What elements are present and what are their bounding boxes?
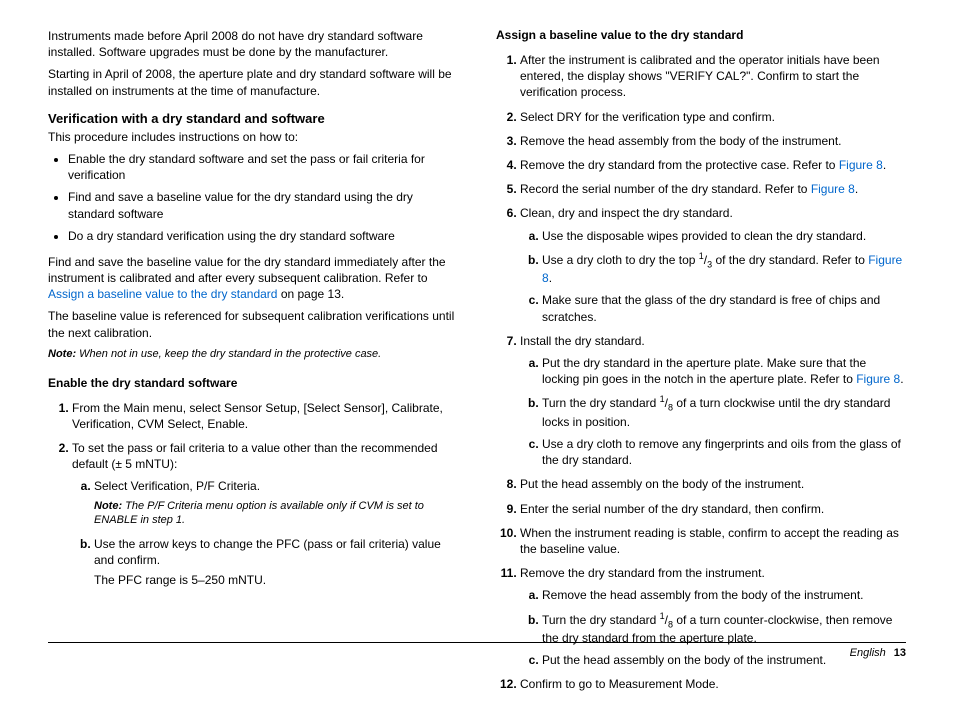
verification-bullet-list: Enable the dry standard software and set… <box>48 151 458 244</box>
bullet-item: Find and save a baseline value for the d… <box>68 189 458 221</box>
baseline-paragraph: The baseline value is referenced for sub… <box>48 308 458 340</box>
assign-steps-list: After the instrument is calibrated and t… <box>496 52 906 693</box>
list-item: Use a dry cloth to remove any fingerprin… <box>542 436 906 468</box>
text: Turn the dry standard <box>542 396 660 410</box>
list-item: Select Verification, P/F Criteria. Note:… <box>94 478 458 528</box>
list-item: Record the serial number of the dry stan… <box>520 181 906 197</box>
list-item: Select DRY for the verification type and… <box>520 109 906 125</box>
right-column: Assign a baseline value to the dry stand… <box>496 28 906 701</box>
text: . <box>883 158 886 172</box>
list-item: After the instrument is calibrated and t… <box>520 52 906 101</box>
intro-paragraph-2: Starting in April of 2008, the aperture … <box>48 66 458 98</box>
enable-software-heading: Enable the dry standard software <box>48 376 458 390</box>
install-substeps: Put the dry standard in the aperture pla… <box>520 355 906 468</box>
list-item: Confirm to go to Measurement Mode. <box>520 676 906 692</box>
verification-heading: Verification with a dry standard and sof… <box>48 111 458 126</box>
list-item: Install the dry standard. Put the dry st… <box>520 333 906 469</box>
text: Put the dry standard in the aperture pla… <box>542 356 866 386</box>
step-text: Remove the dry standard from the instrum… <box>520 566 765 580</box>
footer-language: English <box>850 647 886 659</box>
list-item: Put the head assembly on the body of the… <box>520 476 906 492</box>
list-item: From the Main menu, select Sensor Setup,… <box>72 400 458 432</box>
text: Remove the dry standard from the protect… <box>520 158 839 172</box>
figure-8-link[interactable]: Figure 8 <box>856 372 900 386</box>
find-save-paragraph: Find and save the baseline value for the… <box>48 254 458 303</box>
page-body: Instruments made before April 2008 do no… <box>0 0 954 711</box>
note-pf-criteria: Note: The P/F Criteria menu option is av… <box>94 499 458 529</box>
text: . <box>900 372 903 386</box>
list-item: Put the dry standard in the aperture pla… <box>542 355 906 387</box>
left-column: Instruments made before April 2008 do no… <box>48 28 458 701</box>
figure-8-link[interactable]: Figure 8 <box>811 182 855 196</box>
pfc-range-text: The PFC range is 5–250 mNTU. <box>94 572 458 588</box>
page-footer: English 13 <box>48 642 906 659</box>
text: of the dry standard. Refer to <box>712 253 868 267</box>
list-item: Clean, dry and inspect the dry standard.… <box>520 205 906 324</box>
list-item: Use a dry cloth to dry the top 1/3 of th… <box>542 250 906 287</box>
note-text: When not in use, keep the dry standard i… <box>76 348 381 360</box>
step-text: To set the pass or fail criteria to a va… <box>72 441 438 471</box>
step-text: Clean, dry and inspect the dry standard. <box>520 206 733 220</box>
step-text: Install the dry standard. <box>520 334 645 348</box>
assign-baseline-heading: Assign a baseline value to the dry stand… <box>496 28 906 42</box>
text: Use a dry cloth to dry the top <box>542 253 699 267</box>
figure-8-link[interactable]: Figure 8 <box>839 158 883 172</box>
enable-steps-list: From the Main menu, select Sensor Setup,… <box>48 400 458 588</box>
assign-baseline-link[interactable]: Assign a baseline value to the dry stand… <box>48 287 277 301</box>
list-item: Make sure that the glass of the dry stan… <box>542 292 906 324</box>
verification-intro: This procedure includes instructions on … <box>48 129 458 145</box>
list-item: Enter the serial number of the dry stand… <box>520 501 906 517</box>
intro-paragraph-1: Instruments made before April 2008 do no… <box>48 28 458 60</box>
list-item: Use the arrow keys to change the PFC (pa… <box>94 536 458 588</box>
list-item: Remove the head assembly from the body o… <box>520 133 906 149</box>
note-label: Note: <box>94 500 122 512</box>
note-label: Note: <box>48 348 76 360</box>
text: . <box>549 271 552 285</box>
list-item: Use the disposable wipes provided to cle… <box>542 228 906 244</box>
text: Find and save the baseline value for the… <box>48 255 446 285</box>
note-protective-case: Note: When not in use, keep the dry stan… <box>48 347 458 362</box>
list-item: Remove the dry standard from the protect… <box>520 157 906 173</box>
bullet-item: Enable the dry standard software and set… <box>68 151 458 183</box>
step-text: Use the arrow keys to change the PFC (pa… <box>94 537 441 567</box>
text: Record the serial number of the dry stan… <box>520 182 811 196</box>
list-item: When the instrument reading is stable, c… <box>520 525 906 557</box>
list-item: To set the pass or fail criteria to a va… <box>72 440 458 588</box>
step-text: Select Verification, P/F Criteria. <box>94 479 260 493</box>
list-item: Turn the dry standard 1/8 of a turn cloc… <box>542 393 906 430</box>
footer-page-number: 13 <box>894 647 906 659</box>
fraction-numerator: 1 <box>660 611 665 621</box>
text: . <box>855 182 858 196</box>
note-text: The P/F Criteria menu option is availabl… <box>94 500 424 527</box>
clean-substeps: Use the disposable wipes provided to cle… <box>520 228 906 325</box>
text: on page 13. <box>277 287 344 301</box>
list-item: Turn the dry standard 1/8 of a turn coun… <box>542 610 906 647</box>
fraction-numerator: 1 <box>699 251 704 261</box>
enable-substeps: Select Verification, P/F Criteria. Note:… <box>72 478 458 587</box>
bullet-item: Do a dry standard verification using the… <box>68 228 458 244</box>
fraction-numerator: 1 <box>660 394 665 404</box>
list-item: Remove the head assembly from the body o… <box>542 587 906 603</box>
text: Turn the dry standard <box>542 613 660 627</box>
